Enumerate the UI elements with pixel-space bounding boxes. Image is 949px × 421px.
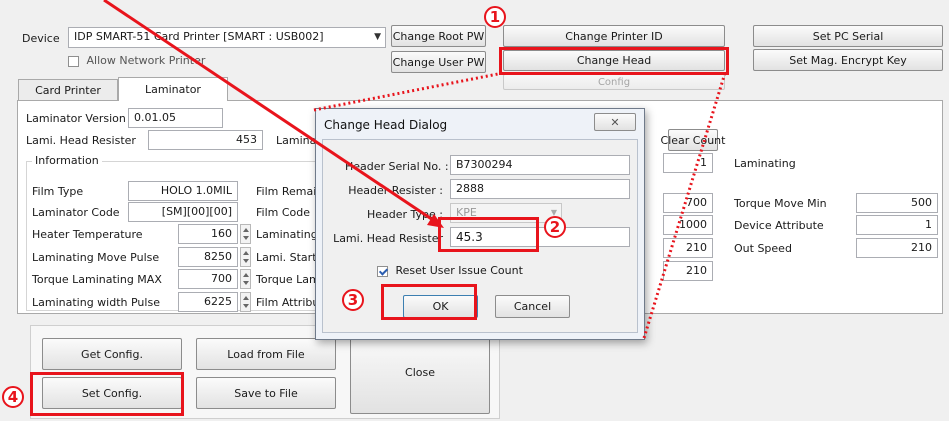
step-3-badge: 3	[342, 289, 364, 311]
spinner-arrows-icon[interactable]	[240, 247, 251, 267]
step-2-badge: 2	[544, 216, 566, 238]
close-button[interactable]: Close	[350, 330, 490, 414]
spinner-arrows-icon[interactable]	[240, 292, 251, 312]
information-row-right-label: Film Code	[256, 206, 311, 219]
change-printer-id-button[interactable]: Change Printer ID	[503, 25, 725, 47]
close-icon: ✕	[610, 115, 620, 129]
lami-head-resister-dialog-label: Lami. Head Resister	[333, 232, 443, 245]
device-attribute-field[interactable]: 1	[856, 215, 938, 235]
laminator-version-label: Laminator Version	[26, 112, 126, 125]
change-user-pw-button[interactable]: Change User PW	[391, 51, 486, 73]
device-label: Device	[22, 32, 60, 45]
mid-value-1[interactable]: 700	[663, 193, 713, 213]
information-row-field[interactable]: 6225	[178, 292, 238, 312]
chevron-down-icon: ▼	[374, 32, 381, 42]
allow-network-printer-label: Allow Network Printer	[86, 54, 206, 67]
information-row-field[interactable]: HOLO 1.0MIL	[128, 181, 238, 201]
laminator-version-field[interactable]: 0.01.05	[128, 108, 223, 128]
tab-card-printer[interactable]: Card Printer	[18, 79, 118, 101]
reset-user-issue-count-label: Reset User Issue Count	[395, 264, 523, 277]
checkbox-box[interactable]	[68, 55, 79, 67]
header-serial-field[interactable]: B7300294	[450, 155, 630, 175]
header-serial-label: Header Serial No. :	[345, 160, 449, 173]
out-speed-field[interactable]: 210	[856, 238, 938, 258]
information-row-label: Heater Temperature	[32, 228, 143, 241]
spinner-arrows-icon[interactable]	[240, 224, 251, 244]
mid-value-3[interactable]: 210	[663, 238, 713, 258]
clear-count-button[interactable]: Clear Count	[661, 129, 725, 151]
device-select-value: IDP SMART-51 Card Printer [SMART : USB00…	[74, 30, 324, 43]
lami-head-resister-label: Lami. Head Resister	[26, 134, 136, 147]
highlight-change-head	[499, 47, 729, 75]
step-1-badge: 1	[484, 6, 506, 28]
information-row-label: Laminating Move Pulse	[32, 251, 160, 264]
information-row-field[interactable]: [SM][00][00]	[128, 202, 238, 222]
dialog-title: Change Head Dialog	[324, 118, 448, 132]
spinner-arrows-icon[interactable]	[240, 269, 251, 289]
header-resister-label: Header Resister :	[348, 184, 443, 197]
information-row-label: Laminating width Pulse	[32, 296, 160, 309]
set-pc-serial-button[interactable]: Set PC Serial	[753, 25, 943, 47]
information-label: Information	[32, 154, 102, 167]
mid-value-4[interactable]: 210	[663, 261, 713, 281]
change-root-pw-button[interactable]: Change Root PW	[391, 25, 486, 47]
cancel-button[interactable]: Cancel	[495, 295, 570, 318]
highlight-ok	[381, 284, 477, 320]
mid-value-2[interactable]: 1000	[663, 215, 713, 235]
config-button[interactable]: Config	[503, 74, 725, 90]
information-row-field[interactable]: 8250	[178, 247, 238, 267]
out-speed-label: Out Speed	[734, 242, 792, 255]
header-resister-field[interactable]: 2888	[450, 179, 630, 199]
dialog-close-button[interactable]: ✕	[594, 113, 636, 131]
step-4-badge: 4	[2, 386, 24, 408]
highlight-set-config	[30, 372, 184, 416]
count-field[interactable]: 1	[663, 153, 713, 173]
checkbox-checked[interactable]	[377, 265, 388, 277]
save-to-file-button[interactable]: Save to File	[196, 377, 336, 409]
information-row-field[interactable]: 700	[178, 269, 238, 289]
allow-network-printer-checkbox[interactable]: Allow Network Printer	[68, 54, 205, 67]
highlight-lami-head-resister	[438, 217, 539, 252]
information-row-label: Film Type	[32, 185, 84, 198]
torque-move-min-label: Torque Move Min	[734, 197, 827, 210]
torque-move-min-field[interactable]: 500	[856, 193, 938, 213]
lamina-label: Lamina	[276, 134, 317, 147]
load-from-file-button[interactable]: Load from File	[196, 338, 336, 370]
tab-laminator[interactable]: Laminator	[118, 77, 228, 101]
lami-head-resister-field[interactable]: 453	[148, 130, 263, 150]
information-row-field[interactable]: 160	[178, 224, 238, 244]
information-row-label: Laminator Code	[32, 206, 120, 219]
device-attribute-label: Device Attribute	[734, 219, 824, 232]
device-select[interactable]: IDP SMART-51 Card Printer [SMART : USB00…	[68, 27, 386, 48]
get-config-button[interactable]: Get Config.	[42, 338, 182, 370]
information-row-label: Torque Laminating MAX	[32, 273, 162, 286]
header-type-label: Header Type :	[366, 208, 443, 221]
set-mag-encrypt-key-button[interactable]: Set Mag. Encrypt Key	[753, 49, 943, 71]
laminating-label: Laminating	[734, 157, 796, 170]
reset-user-issue-count-checkbox[interactable]: Reset User Issue Count	[377, 264, 523, 277]
information-row-right-label: Film Remain	[256, 185, 324, 198]
